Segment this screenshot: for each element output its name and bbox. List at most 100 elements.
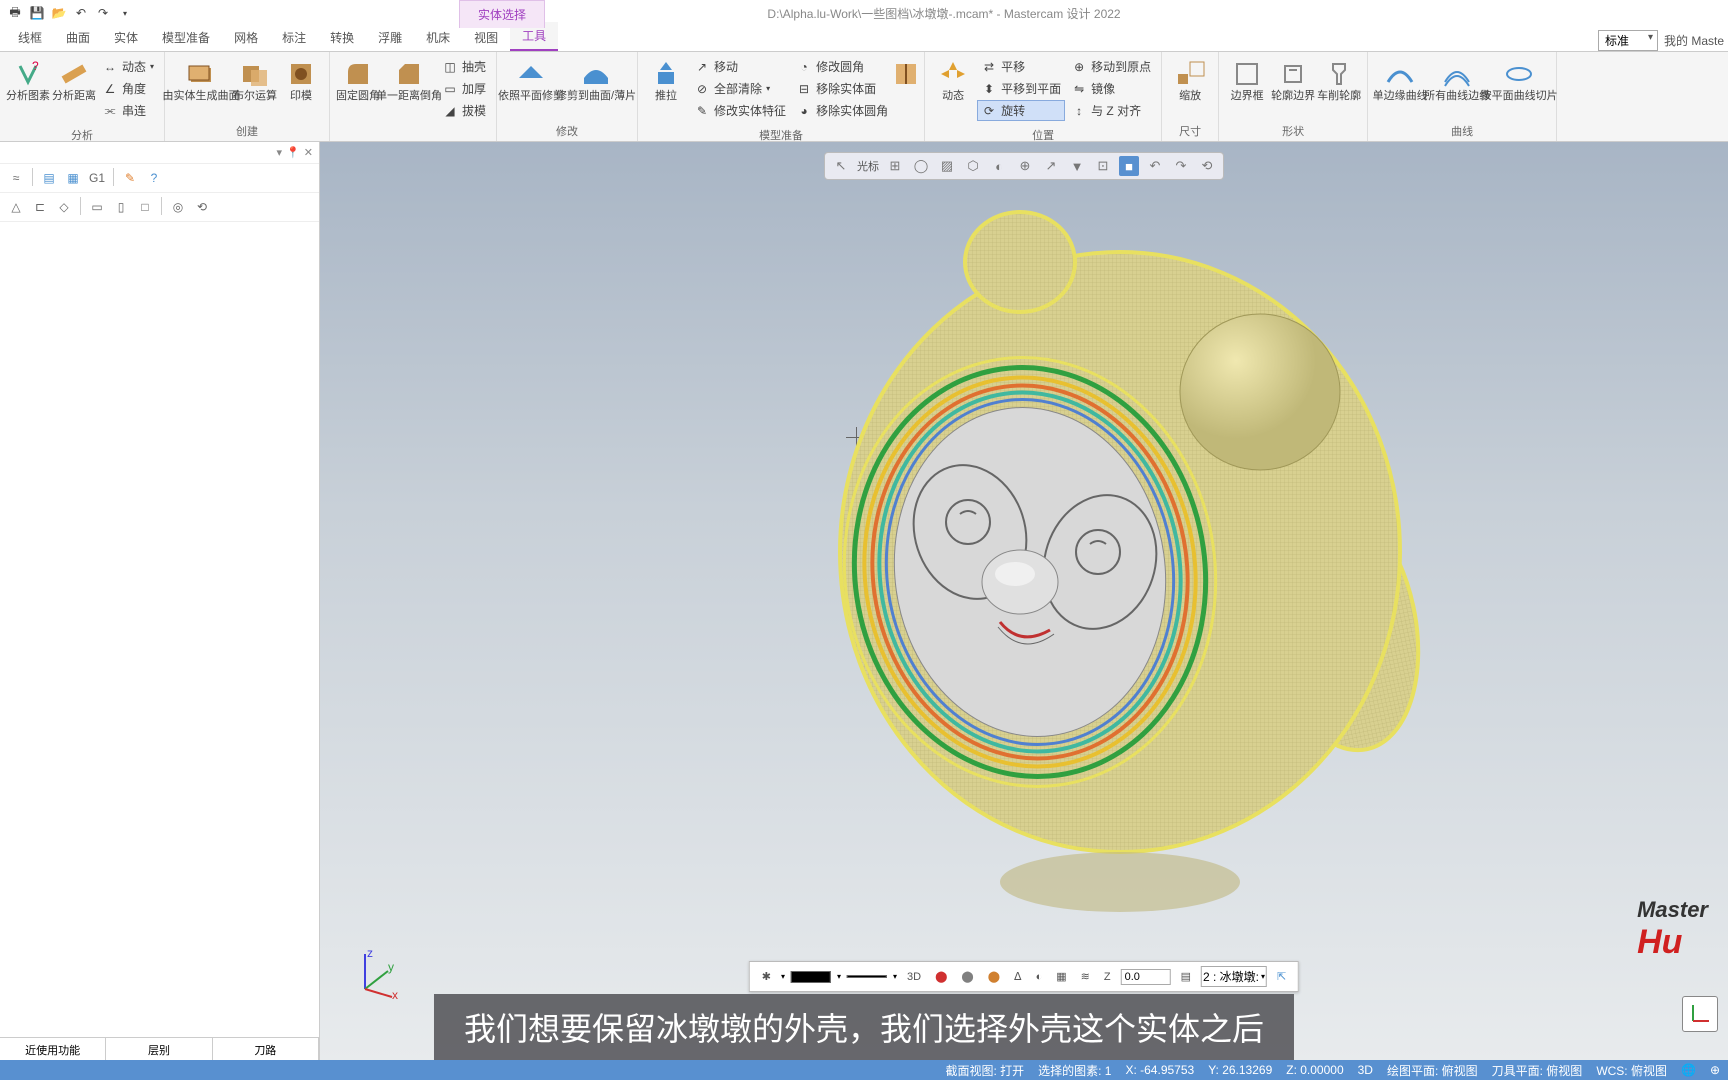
tool-icon-8[interactable]: ⊏ bbox=[30, 197, 50, 217]
modify-fillet-button[interactable]: ◔修改圆角 bbox=[792, 56, 892, 77]
level-combo[interactable]: 2 : 冰墩墩:▾ bbox=[1201, 966, 1267, 987]
tool-icon-4[interactable]: G1 bbox=[87, 168, 107, 188]
viewport-3d[interactable]: ↖ 光标 ⊞ ◯ ▨ ⬡ ◐ ⊕ ↗ ▼ ⊡ ■ ↶ ↷ ⟲ bbox=[320, 142, 1728, 1062]
translate-button[interactable]: ⇄平移 bbox=[977, 56, 1065, 77]
scale-button[interactable]: 缩放 bbox=[1168, 56, 1212, 104]
tab-solid[interactable]: 实体 bbox=[102, 24, 150, 51]
tab-modelprep[interactable]: 模型准备 bbox=[150, 24, 222, 51]
status-cplane[interactable]: 绘图平面: 俯视图 bbox=[1387, 1062, 1478, 1079]
point-style-icon[interactable]: ✱ bbox=[758, 968, 775, 985]
view-style-combo[interactable]: 标准 bbox=[1598, 30, 1658, 51]
status-wcs[interactable]: WCS: 俯视图 bbox=[1596, 1062, 1667, 1079]
tab-surface[interactable]: 曲面 bbox=[54, 24, 102, 51]
qat-undo-icon[interactable]: ↶ bbox=[72, 4, 90, 22]
tool-icon-10[interactable]: ▭ bbox=[87, 197, 107, 217]
layer-icon[interactable]: ≋ bbox=[1077, 968, 1094, 985]
bbox-button[interactable]: 边界框 bbox=[1225, 56, 1269, 104]
color-1-icon[interactable]: ⬤ bbox=[931, 968, 951, 985]
qat-dropdown-icon[interactable]: ▾ bbox=[116, 4, 134, 22]
status-axis-icon[interactable]: ⊕ bbox=[1710, 1063, 1720, 1077]
analyze-angle-button[interactable]: ∠角度 bbox=[98, 78, 158, 99]
qat-save-icon[interactable]: 💾 bbox=[28, 4, 46, 22]
imprint-button[interactable]: 印模 bbox=[279, 56, 323, 104]
panel-dropdown-icon[interactable]: ▾ bbox=[277, 146, 283, 159]
tool-icon-13[interactable]: ◎ bbox=[168, 197, 188, 217]
status-tplane[interactable]: 刀具平面: 俯视图 bbox=[1492, 1062, 1583, 1079]
draft-button[interactable]: ◢拔模 bbox=[438, 100, 490, 121]
modify-feature-button[interactable]: ✎修改实体特征 bbox=[690, 100, 790, 121]
analyze-chain-button[interactable]: ⫘串连 bbox=[98, 100, 158, 121]
remove-face-button[interactable]: ⊟移除实体面 bbox=[792, 78, 892, 99]
all-edges-button[interactable]: 所有曲线边缘 bbox=[1428, 56, 1486, 104]
tool-icon-2[interactable]: ▤ bbox=[39, 168, 59, 188]
dynamic-pos-button[interactable]: 动态 bbox=[931, 56, 975, 104]
layer-toggle-icon[interactable]: ▤ bbox=[1177, 968, 1195, 985]
line-width[interactable] bbox=[847, 975, 887, 978]
trim-surface-button[interactable]: 修剪到曲面/薄片 bbox=[561, 56, 631, 104]
status-section-view[interactable]: 截面视图: 打开 bbox=[945, 1062, 1024, 1079]
tool-icon-1[interactable]: ≈ bbox=[6, 168, 26, 188]
z-input[interactable] bbox=[1121, 969, 1171, 985]
trim-plane-button[interactable]: 依照平面修剪 bbox=[503, 56, 559, 104]
turn-profile-button[interactable]: 车削轮廓 bbox=[1317, 56, 1361, 104]
line-style[interactable] bbox=[791, 971, 831, 983]
solid-to-surface-button[interactable]: 由实体生成曲面 bbox=[171, 56, 231, 104]
analyze-dynamic-button[interactable]: ↔动态 ▾ bbox=[98, 56, 158, 77]
split-icon-button[interactable] bbox=[894, 56, 918, 92]
boolean-button[interactable]: 布尔运算 bbox=[233, 56, 277, 104]
rotate-button[interactable]: ⟳旋转 bbox=[977, 100, 1065, 121]
tab-transform[interactable]: 转换 bbox=[318, 24, 366, 51]
status-globe-icon[interactable]: 🌐 bbox=[1681, 1063, 1696, 1077]
color-3-icon[interactable]: ⬤ bbox=[984, 968, 1004, 985]
grid-icon[interactable]: ▦ bbox=[1052, 968, 1070, 985]
panel-tab-level[interactable]: 层别 bbox=[106, 1038, 212, 1062]
pushpull-button[interactable]: 推拉 bbox=[644, 56, 688, 104]
remove-fillet-button[interactable]: ◕移除实体圆角 bbox=[792, 100, 892, 121]
context-tab[interactable]: 实体选择 bbox=[459, 0, 545, 28]
move-feature-button[interactable]: ↗移动 bbox=[690, 56, 790, 77]
clear-all-button[interactable]: ⊘全部清除 ▾ bbox=[690, 78, 790, 99]
chamfer-button[interactable]: 单一距离倒角 bbox=[382, 56, 436, 104]
panel-pin-icon[interactable]: 📍 bbox=[286, 146, 300, 159]
tool-a-icon[interactable]: ᐃ bbox=[1010, 968, 1026, 985]
move-origin-button[interactable]: ⊕移动到原点 bbox=[1067, 56, 1155, 77]
tab-machine[interactable]: 机床 bbox=[414, 24, 462, 51]
coord-system-icon[interactable] bbox=[1682, 996, 1718, 1032]
panel-tab-toolpath[interactable]: 刀路 bbox=[213, 1038, 319, 1062]
silhouette-button[interactable]: 轮廓边界 bbox=[1271, 56, 1315, 104]
status-3d[interactable]: 3D bbox=[1358, 1063, 1373, 1077]
thicken-button[interactable]: ▭加厚 bbox=[438, 78, 490, 99]
edge-curve-button[interactable]: 单边缘曲线 bbox=[1374, 56, 1426, 104]
shell-button[interactable]: ◫抽壳 bbox=[438, 56, 490, 77]
tab-art[interactable]: 浮雕 bbox=[366, 24, 414, 51]
tool-icon-7[interactable]: △ bbox=[6, 197, 26, 217]
analyze-distance-button[interactable]: 分析距离 bbox=[52, 56, 96, 104]
tool-icon-6[interactable]: ? bbox=[144, 168, 164, 188]
tool-icon-9[interactable]: ◇ bbox=[54, 197, 74, 217]
align-z-button[interactable]: ↕与 Z 对齐 bbox=[1067, 100, 1155, 121]
tab-drafting[interactable]: 标注 bbox=[270, 24, 318, 51]
tool-icon-12[interactable]: □ bbox=[135, 197, 155, 217]
tool-icon-14[interactable]: ⟲ bbox=[192, 197, 212, 217]
mirror-button[interactable]: ⇋镜像 bbox=[1067, 78, 1155, 99]
tool-icon-3[interactable]: ▦ bbox=[63, 168, 83, 188]
color-2-icon[interactable]: ⬤ bbox=[957, 968, 977, 985]
slice-button[interactable]: 按平面曲线切片 bbox=[1488, 56, 1550, 104]
shade-icon[interactable]: ◐ bbox=[1032, 969, 1047, 985]
tool-icon-5[interactable]: ✎ bbox=[120, 168, 140, 188]
analyze-entity-button[interactable]: ? 分析图素 bbox=[6, 56, 50, 104]
qat-print-icon[interactable]: 🖶 bbox=[6, 4, 24, 22]
qat-redo-icon[interactable]: ↷ bbox=[94, 4, 112, 22]
export-icon[interactable]: ⇱ bbox=[1273, 968, 1290, 985]
panel-close-icon[interactable]: ✕ bbox=[304, 146, 313, 159]
translate-to-plane-button[interactable]: ⬍平移到平面 bbox=[977, 78, 1065, 99]
panel-tree[interactable] bbox=[0, 222, 319, 1037]
tab-wireframe[interactable]: 线框 bbox=[6, 24, 54, 51]
tab-mesh[interactable]: 网格 bbox=[222, 24, 270, 51]
tool-icon-11[interactable]: ▯ bbox=[111, 197, 131, 217]
mode-3d[interactable]: 3D bbox=[903, 969, 925, 985]
panel-tab-recent[interactable]: 近使用功能 bbox=[0, 1038, 106, 1062]
fillet-button[interactable]: 固定圆角 bbox=[336, 56, 380, 104]
qat-open-icon[interactable]: 📂 bbox=[50, 4, 68, 22]
tab-view[interactable]: 视图 bbox=[462, 24, 510, 51]
